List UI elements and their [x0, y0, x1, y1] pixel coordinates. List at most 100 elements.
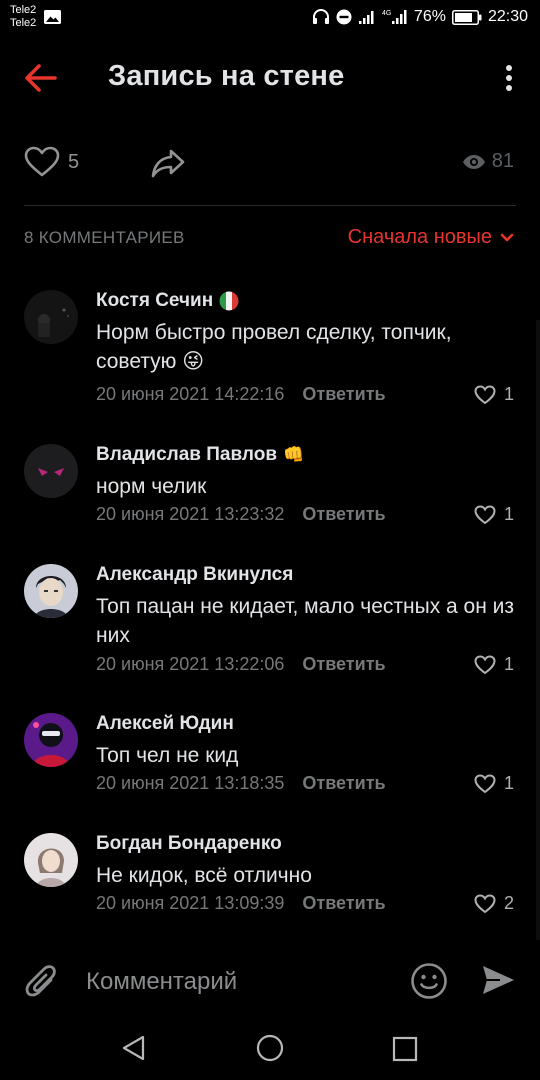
attach-button[interactable] — [24, 962, 60, 1007]
more-vertical-icon — [506, 65, 512, 91]
triangle-back-icon — [122, 1035, 145, 1061]
more-options-button[interactable] — [502, 64, 516, 94]
emoji-button[interactable] — [410, 962, 448, 1005]
heart-icon — [474, 893, 496, 913]
comment-like-button[interactable]: 1 — [474, 504, 514, 525]
comment-like-button[interactable]: 1 — [474, 384, 514, 405]
avatar-image — [24, 444, 78, 498]
author-name: Владислав Павлов — [96, 444, 278, 465]
italy-flag-icon — [219, 291, 239, 311]
battery-percent: 76% — [413, 8, 446, 25]
fist-emoji-icon: 👊 — [283, 445, 305, 464]
comment-author[interactable]: Владислав Павлов 👊 — [96, 444, 304, 466]
carrier-labels: Tele2 Tele2 — [10, 4, 36, 30]
winking-tongue-emoji-icon: 😜 — [182, 350, 205, 373]
comment-text: норм челик — [96, 475, 207, 498]
avatar[interactable] — [24, 833, 78, 887]
heart-icon — [474, 654, 496, 674]
comments-header: 8 КОММЕНТАРИЕВ Сначала новые — [0, 224, 540, 256]
heart-icon — [24, 146, 60, 177]
avatar[interactable] — [24, 564, 78, 618]
comment-like-count: 1 — [503, 654, 514, 674]
smiley-icon — [411, 963, 447, 999]
avatar-image — [24, 713, 78, 767]
comment-like-button[interactable]: 1 — [474, 654, 514, 675]
nav-home-button[interactable] — [256, 1034, 284, 1067]
comment-date: 20 июня 2021 13:09:39 — [96, 893, 285, 913]
comments-count: 8 КОММЕНТАРИЕВ — [24, 228, 185, 247]
comment-author[interactable]: Костя Сечин — [96, 290, 239, 312]
do-not-disturb-icon — [336, 9, 352, 25]
comment-meta: 20 июня 2021 13:18:35 Ответить — [96, 773, 386, 794]
comment-date: 20 июня 2021 14:22:16 — [96, 384, 285, 404]
network-4g-icon: 4G — [382, 10, 407, 24]
nav-back-button[interactable] — [120, 1034, 148, 1067]
comment-author[interactable]: Алексей Юдин — [96, 713, 234, 735]
paperclip-icon — [25, 965, 56, 997]
send-icon — [483, 966, 514, 994]
avatar[interactable] — [24, 713, 78, 767]
eye-icon — [462, 154, 485, 169]
post-actions: 5 81 — [0, 140, 540, 188]
heart-icon — [474, 773, 496, 793]
author-name: Костя Сечин — [96, 290, 214, 311]
share-button[interactable] — [150, 148, 186, 183]
comment-like-count: 1 — [503, 384, 514, 404]
page-title: Запись на стене — [108, 60, 345, 92]
divider — [24, 205, 516, 206]
svg-text:4G: 4G — [382, 10, 391, 17]
comment-like-count: 1 — [503, 504, 514, 524]
circle-home-icon — [256, 1034, 284, 1062]
post-like-button[interactable]: 5 — [24, 146, 79, 178]
comment-meta: 20 июня 2021 13:22:06 Ответить — [96, 654, 386, 675]
comment-text: Не кидок, всё отлично — [96, 864, 312, 887]
nav-recents-button[interactable] — [392, 1036, 418, 1067]
comment-date: 20 июня 2021 13:18:35 — [96, 773, 285, 793]
avatar[interactable] — [24, 444, 78, 498]
comment-date: 20 июня 2021 13:22:06 — [96, 654, 285, 674]
sort-dropdown[interactable]: Сначала новые — [348, 226, 514, 249]
system-nav-bar — [0, 1016, 540, 1080]
carrier-2: Tele2 — [10, 17, 37, 29]
comment-text: Топ чел не кид — [96, 744, 239, 767]
scrollbar[interactable] — [536, 320, 540, 940]
reply-button[interactable]: Ответить — [302, 654, 385, 675]
avatar[interactable] — [24, 290, 78, 344]
comment-like-count: 1 — [503, 773, 514, 793]
comment-author[interactable]: Богдан Бондаренко — [96, 833, 282, 855]
back-button[interactable] — [22, 62, 62, 94]
comment-input[interactable] — [86, 964, 396, 1000]
reply-button[interactable]: Ответить — [302, 384, 385, 405]
send-button[interactable] — [480, 962, 516, 1003]
comment-meta: 20 июня 2021 14:22:16 Ответить — [96, 384, 386, 405]
reply-button[interactable]: Ответить — [302, 893, 385, 914]
status-bar: Tele2 Tele2 4G 76% 22:30 — [0, 0, 540, 36]
comment-meta: 20 июня 2021 13:09:39 Ответить — [96, 893, 386, 914]
battery-icon — [451, 9, 482, 25]
avatar-image — [24, 290, 78, 344]
views-count: 81 — [491, 150, 514, 172]
square-recents-icon — [392, 1036, 418, 1062]
reply-button[interactable]: Ответить — [302, 773, 385, 794]
top-app-bar: Запись на стене — [0, 50, 540, 106]
post-like-count: 5 — [68, 150, 80, 173]
arrow-left-icon — [25, 64, 57, 92]
carrier-1: Tele2 — [10, 4, 37, 16]
comment-text: Норм быстро провел сделку, топчик, совет… — [96, 318, 526, 376]
comment-author[interactable]: Александр Вкинулся — [96, 564, 293, 586]
reply-button[interactable]: Ответить — [302, 504, 385, 525]
comment-composer — [0, 950, 540, 1016]
image-notification-icon — [44, 10, 61, 24]
avatar-image — [24, 833, 78, 887]
share-icon — [151, 149, 185, 178]
signal-icon-sim1 — [358, 11, 374, 24]
comment-like-button[interactable]: 2 — [474, 893, 514, 914]
headphones-icon — [312, 9, 329, 24]
heart-icon — [474, 384, 496, 404]
views-counter: 81 — [462, 150, 514, 173]
avatar-image — [24, 564, 78, 618]
comment-like-button[interactable]: 1 — [474, 773, 514, 794]
clock: 22:30 — [487, 8, 528, 25]
sort-label: Сначала новые — [347, 226, 492, 248]
comment-text: Топ пацан не кидает, мало честных а он и… — [96, 595, 515, 647]
